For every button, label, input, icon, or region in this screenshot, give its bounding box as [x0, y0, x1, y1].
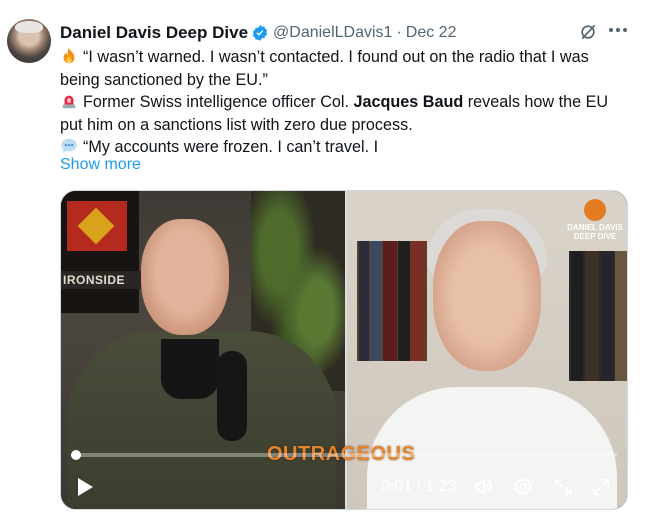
tweet-text-line2: being sanctioned by the EU.” [60, 70, 268, 89]
guest-face [433, 221, 541, 371]
expand-icon[interactable] [589, 475, 613, 499]
wall-poster [61, 191, 139, 313]
host-face [141, 219, 229, 335]
separator-dot: · [396, 24, 402, 41]
video-controls: 0:01 / 1:23 [61, 467, 627, 507]
tweet-header: Daniel Davis Deep Dive @DanielLDavis1 · … [60, 22, 456, 44]
tweet-text-name-bold: Jacques Baud [353, 93, 464, 111]
tweet-text-line5: “My accounts were frozen. I can’t travel… [83, 138, 379, 156]
video-player[interactable]: IRONSIDE DANIEL DAVIS DEEP DIVE OUTRAGEO… [60, 190, 628, 510]
microphone [217, 351, 247, 441]
bookshelf-right [569, 251, 627, 381]
verified-badge-icon [251, 24, 269, 42]
more-options-icon[interactable] [606, 18, 630, 42]
tweet-text-line3-start: Former Swiss intelligence officer Col. [83, 93, 354, 111]
tweet-line: Former Swiss intelligence officer Col. J… [60, 91, 635, 114]
channel-logo: DANIEL DAVIS DEEP DIVE [565, 199, 625, 245]
volume-icon[interactable] [471, 475, 495, 499]
video-time: 0:01 / 1:23 [381, 478, 457, 495]
tweet-line: put him on a sanctions list with zero du… [60, 114, 635, 137]
channel-logo-text: DANIEL DAVIS DEEP DIVE [567, 223, 623, 241]
tweet-line: “My accounts were frozen. I can’t travel… [60, 136, 635, 159]
tweet-line: being sanctioned by the EU.” [60, 69, 635, 92]
tweet-text-line3-end: reveals how the EU [463, 93, 609, 111]
drone-icon [584, 199, 606, 221]
tweet-text-line4: put him on a sanctions list with zero du… [60, 115, 413, 134]
show-more-link[interactable]: Show more [60, 156, 141, 174]
author-name[interactable]: Daniel Davis Deep Dive [60, 23, 248, 43]
siren-emoji-icon [60, 92, 78, 110]
video-progress-knob[interactable] [71, 450, 81, 460]
author-avatar[interactable] [7, 19, 51, 63]
grok-icon[interactable] [578, 22, 598, 42]
bookshelf-left [357, 241, 427, 361]
tweet-line: “I wasn’t warned. I wasn’t contacted. I … [60, 46, 635, 69]
tweet-text-line1: “I wasn’t warned. I wasn’t contacted. I … [83, 48, 589, 66]
tweet-date[interactable]: Dec 22 [406, 24, 457, 42]
play-icon[interactable] [73, 475, 97, 499]
tweet: Daniel Davis Deep Dive @DanielLDavis1 · … [0, 0, 650, 512]
fullscreen-exit-icon[interactable] [551, 475, 575, 499]
settings-icon[interactable] [511, 475, 535, 499]
video-progress-bar[interactable] [71, 450, 617, 460]
speech-bubble-emoji-icon [60, 137, 78, 155]
fire-emoji-icon [60, 47, 78, 65]
tweet-text: “I wasn’t warned. I wasn’t contacted. I … [60, 46, 635, 159]
ironside-sign: IRONSIDE [61, 271, 149, 289]
author-handle[interactable]: @DanielLDavis1 [273, 24, 392, 42]
